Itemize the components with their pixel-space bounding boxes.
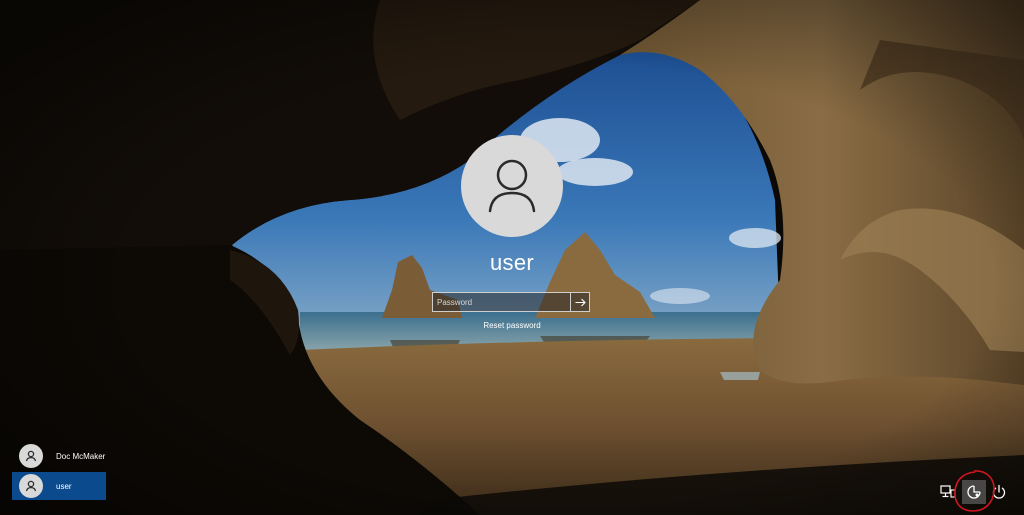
user-silhouette-icon bbox=[25, 480, 37, 492]
current-username: user bbox=[490, 250, 534, 275]
user-list-item-user[interactable]: user bbox=[12, 472, 106, 500]
user-avatar bbox=[461, 135, 563, 237]
user-list-name: user bbox=[56, 481, 72, 491]
user-silhouette-icon bbox=[25, 450, 37, 462]
password-input[interactable] bbox=[433, 293, 571, 311]
user-list-name: Doc McMaker bbox=[56, 451, 106, 461]
submit-button[interactable] bbox=[570, 293, 589, 311]
highlight-annotation-circle bbox=[954, 470, 995, 512]
user-list-item-doc-mcmaker[interactable]: Doc McMaker bbox=[12, 442, 106, 470]
user-avatar-small bbox=[19, 474, 43, 498]
user-silhouette-icon bbox=[488, 159, 536, 213]
reset-password-link[interactable]: Reset password bbox=[432, 321, 592, 330]
user-avatar-small bbox=[19, 444, 43, 468]
arrow-right-icon bbox=[575, 298, 586, 306]
password-field-container bbox=[432, 292, 590, 312]
